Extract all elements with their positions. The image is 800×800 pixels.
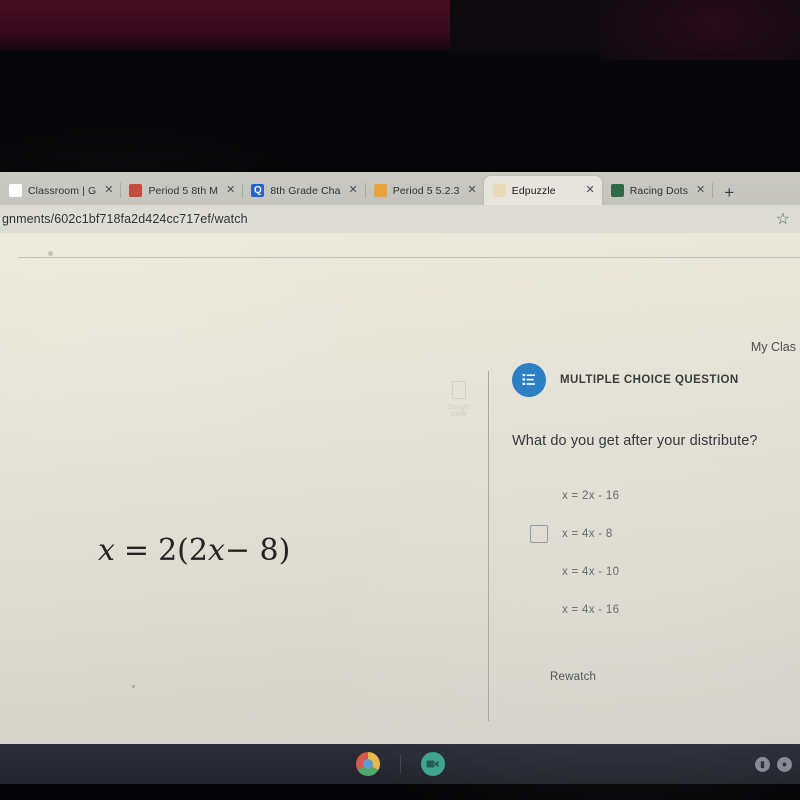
panel-divider: [488, 371, 489, 721]
equation-equals: =: [123, 533, 150, 568]
header-divider: [18, 257, 800, 258]
browser-tab-classroom[interactable]: G Classroom | G ✕: [0, 176, 122, 205]
google-icon: G: [9, 184, 22, 197]
equation-lhs: x: [98, 533, 115, 568]
edpuzzle-icon: [492, 184, 506, 197]
doc-icon: [373, 184, 387, 197]
classroom-icon: [129, 184, 143, 197]
browser-tab-edpuzzle[interactable]: Edpuzzle ✕: [483, 176, 602, 205]
new-tab-button[interactable]: +: [716, 179, 742, 205]
equation-rhs-prefix: 2(2: [158, 533, 208, 568]
photograph-background: G Classroom | G ✕ Period 5 8th M ✕ Q 8th…: [0, 0, 800, 800]
watermark-label: Google Slide: [447, 404, 471, 418]
nav-my-classes[interactable]: My Clas: [751, 340, 796, 354]
question-panel: MULTIPLE CHOICE QUESTION What do you get…: [512, 363, 800, 683]
ambient-red-band: [0, 0, 450, 50]
status-icon[interactable]: ●: [777, 756, 792, 772]
question-type-label: MULTIPLE CHOICE QUESTION: [560, 374, 739, 386]
answer-choice[interactable]: x = 4x - 8: [512, 515, 800, 553]
slide-icon: [452, 381, 466, 399]
tab-title: Period 5 8th M: [148, 184, 219, 197]
slide-watermark: Google Slide: [440, 381, 478, 418]
browser-address-bar[interactable]: gnments/602c1bf718fa2d424cc717ef/watch ☆: [0, 205, 800, 233]
question-header: MULTIPLE CHOICE QUESTION: [512, 363, 800, 397]
system-tray[interactable]: ▮ ●: [755, 744, 792, 784]
shelf-separator: [399, 755, 401, 773]
tab-close-icon[interactable]: ✕: [104, 185, 113, 196]
tab-title: Period 5 5.2.3: [392, 184, 460, 197]
answer-choice[interactable]: x = 4x - 10: [512, 553, 800, 591]
tab-title: Racing Dots: [629, 184, 689, 197]
ambient-bottom-edge: [0, 784, 800, 800]
tab-close-icon[interactable]: ✕: [468, 185, 477, 196]
browser-tab-8th-grade-cha[interactable]: Q 8th Grade Cha ✕: [242, 176, 366, 205]
chrome-icon[interactable]: [355, 752, 380, 776]
tab-title: Classroom | G: [28, 184, 97, 197]
tab-close-icon[interactable]: ✕: [226, 185, 235, 196]
tab-title: Edpuzzle: [511, 184, 556, 197]
answer-choice-list: x = 2x - 16 x = 4x - 8 x = 4x - 10 x = 4…: [512, 477, 800, 629]
question-prompt: What do you get after your distribute?: [512, 433, 758, 449]
shelf-app-list: [0, 744, 800, 784]
tab-separator: [712, 183, 714, 198]
camera-icon[interactable]: [420, 752, 445, 776]
answer-choice-label: x = 4x - 10: [562, 566, 620, 578]
list-icon: [512, 363, 546, 397]
browser-tab-period-5-5-2-3[interactable]: Period 5 5.2.3 ✕: [365, 176, 485, 205]
browser-tab-period-5-8th[interactable]: Period 5 8th M ✕: [120, 176, 244, 205]
laptop-screen: G Classroom | G ✕ Period 5 8th M ✕ Q 8th…: [0, 172, 800, 744]
equation-rhs-variable: x: [207, 533, 225, 568]
tab-close-icon[interactable]: ✕: [586, 185, 595, 196]
equation-rhs-suffix: − 8): [224, 533, 291, 568]
equation-display: x = 2(2x− 8): [98, 533, 290, 568]
quizizz-icon: Q: [251, 184, 265, 197]
chromeos-shelf: ▮ ●: [0, 744, 800, 784]
screen-speck: [132, 685, 135, 688]
browser-tab-racing-dots[interactable]: Racing Dots ✕: [602, 176, 714, 205]
tab-title: 8th Grade Cha: [270, 184, 341, 197]
bookmark-star-icon[interactable]: ☆: [776, 209, 790, 229]
page-marker: [48, 251, 53, 256]
ambient-glow: [600, 0, 800, 60]
racing-dots-icon: [610, 184, 624, 197]
answer-choice[interactable]: x = 2x - 16: [512, 477, 800, 515]
rewatch-button[interactable]: Rewatch: [550, 671, 800, 683]
tab-close-icon[interactable]: ✕: [696, 185, 705, 196]
battery-icon[interactable]: ▮: [755, 756, 770, 772]
url-text[interactable]: gnments/602c1bf718fa2d424cc717ef/watch: [0, 212, 248, 226]
edpuzzle-page: My Clas Google Slide x = 2(2x− 8) MULTIP…: [0, 233, 800, 744]
answer-choice-label: x = 4x - 8: [562, 528, 613, 540]
answer-choice-label: x = 4x - 16: [562, 604, 620, 616]
answer-checkbox[interactable]: [530, 525, 548, 543]
answer-choice-label: x = 2x - 16: [562, 490, 620, 502]
browser-tab-strip: G Classroom | G ✕ Period 5 8th M ✕ Q 8th…: [0, 172, 800, 205]
answer-choice[interactable]: x = 4x - 16: [512, 591, 800, 629]
tab-close-icon[interactable]: ✕: [349, 185, 358, 196]
